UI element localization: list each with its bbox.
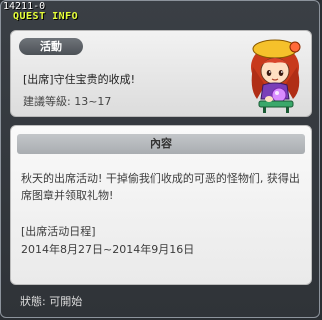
- category-badge: 活動: [19, 38, 83, 55]
- quest-name: [出席]守住宝贵的收成!: [23, 73, 135, 86]
- schedule-dates: 2014年8月27日~2014年9月16日: [21, 243, 195, 256]
- quest-description: 秋天的出席活动! 干掉偷我们收成的可恶的怪物们, 获得出席图章并领取礼物!: [21, 172, 300, 202]
- quest-status: 狀態: 可開始: [20, 295, 83, 308]
- quest-content-panel: 內容 秋天的出席活动! 干掉偷我们收成的可恶的怪物们, 获得出席图章并领取礼物!…: [10, 125, 312, 285]
- quest-summary-panel: 活動 [出席]守住宝贵的收成! 建議等級: 13~17: [10, 30, 312, 117]
- level-requirement: 建議等級: 13~17: [23, 95, 112, 108]
- window-title: QUEST INFO: [13, 11, 79, 22]
- content-header: 內容: [17, 134, 305, 154]
- npc-portrait-icon: [251, 39, 301, 113]
- schedule-title: [出席活动日程]: [21, 225, 96, 238]
- quest-info-window: 14211-0 QUEST INFO 活動 [出席]守住宝贵的收成! 建議等級:…: [0, 0, 320, 318]
